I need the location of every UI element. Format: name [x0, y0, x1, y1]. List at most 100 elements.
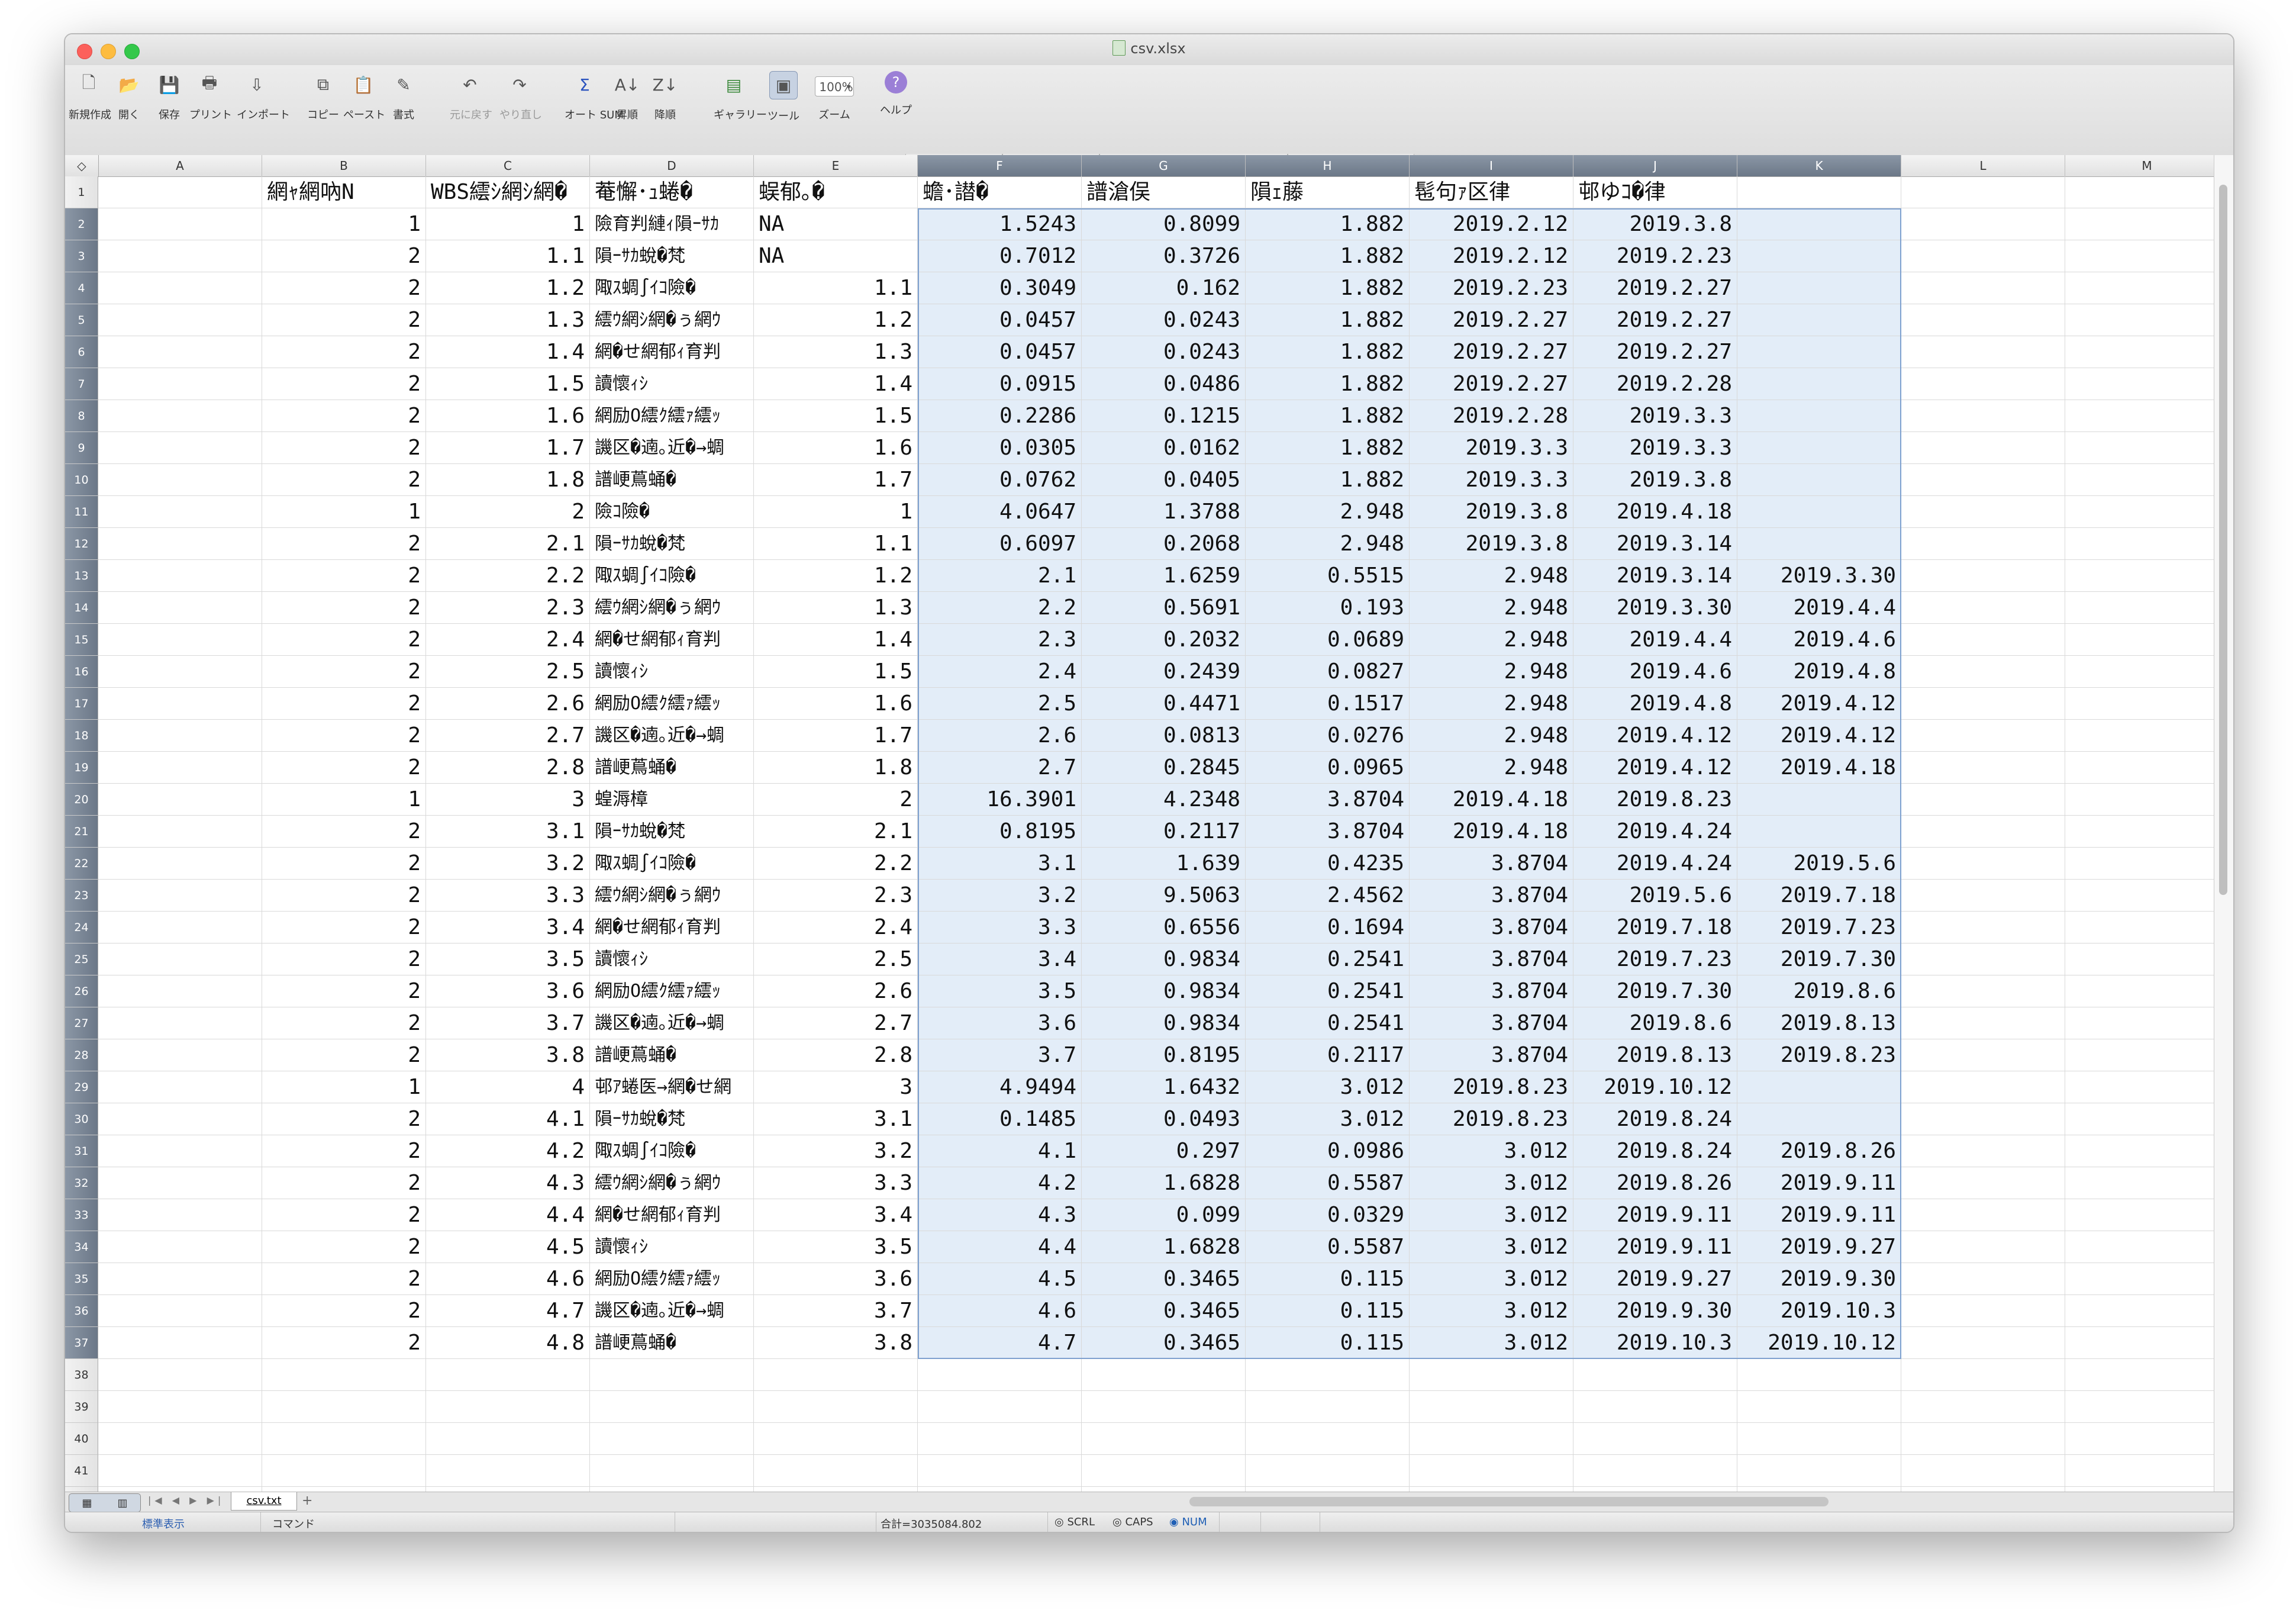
- cell-i30[interactable]: 2019.8.23: [1410, 1103, 1573, 1135]
- cell-f26[interactable]: 3.5: [918, 975, 1082, 1007]
- cell-j9[interactable]: 2019.3.3: [1573, 432, 1737, 464]
- cell-l11[interactable]: [1901, 496, 2065, 528]
- cell-m24[interactable]: [2065, 912, 2214, 943]
- cell-h5[interactable]: 1.882: [1246, 304, 1410, 336]
- cell-j34[interactable]: 2019.9.11: [1573, 1231, 1737, 1263]
- cell-d14[interactable]: 繧ｳ網ｼ網�ぅ網ｳ: [590, 592, 754, 624]
- cell-m22[interactable]: [2065, 848, 2214, 880]
- cell-e1[interactable]: 蜈郁｡�: [754, 176, 918, 208]
- cell-i23[interactable]: 3.8704: [1410, 880, 1573, 912]
- cell-c17[interactable]: 2.6: [426, 688, 590, 720]
- cell-m2[interactable]: [2065, 208, 2214, 240]
- cell-a23[interactable]: [98, 880, 262, 912]
- cell-g16[interactable]: 0.2439: [1082, 656, 1246, 688]
- cell-d22[interactable]: 陬ｽ蜩∫ｲｺ險�: [590, 848, 754, 880]
- cell-i18[interactable]: 2.948: [1410, 720, 1573, 752]
- cell-k10[interactable]: [1737, 464, 1901, 496]
- cell-a4[interactable]: [98, 272, 262, 304]
- column-header-f[interactable]: F: [918, 155, 1082, 176]
- cell-m3[interactable]: [2065, 240, 2214, 272]
- cell-i28[interactable]: 3.8704: [1410, 1039, 1573, 1071]
- row-header[interactable]: 13: [65, 560, 98, 592]
- cell-b13[interactable]: 2: [262, 560, 426, 592]
- cell-j4[interactable]: 2019.2.27: [1573, 272, 1737, 304]
- cell-c25[interactable]: 3.5: [426, 943, 590, 975]
- cell-f8[interactable]: 0.2286: [918, 400, 1082, 432]
- cell-l37[interactable]: [1901, 1327, 2065, 1359]
- toolbar-sigma-button[interactable]: Σ オート SUM: [565, 71, 624, 122]
- cell-l41[interactable]: [1901, 1455, 2065, 1487]
- cell-b14[interactable]: 2: [262, 592, 426, 624]
- cell-a1[interactable]: [98, 176, 262, 208]
- cell-f11[interactable]: 4.0647: [918, 496, 1082, 528]
- row-header[interactable]: 25: [65, 943, 98, 975]
- row-header[interactable]: 17: [65, 688, 98, 720]
- row-header[interactable]: 24: [65, 912, 98, 943]
- cell-e16[interactable]: 1.5: [754, 656, 918, 688]
- cell-b12[interactable]: 2: [262, 528, 426, 560]
- cell-i20[interactable]: 2019.4.18: [1410, 784, 1573, 816]
- cell-c37[interactable]: 4.8: [426, 1327, 590, 1359]
- cell-d25[interactable]: 讀懷ｨｼ: [590, 943, 754, 975]
- cell-d24[interactable]: 網�せ網郁ｨ育判: [590, 912, 754, 943]
- column-header-l[interactable]: L: [1901, 155, 2065, 176]
- cell-f14[interactable]: 2.2: [918, 592, 1082, 624]
- cell-j10[interactable]: 2019.3.8: [1573, 464, 1737, 496]
- cell-k31[interactable]: 2019.8.26: [1737, 1135, 1901, 1167]
- cell-b28[interactable]: 2: [262, 1039, 426, 1071]
- cell-h25[interactable]: 0.2541: [1246, 943, 1410, 975]
- cell-g18[interactable]: 0.0813: [1082, 720, 1246, 752]
- row-header[interactable]: 14: [65, 592, 98, 624]
- cell-e5[interactable]: 1.2: [754, 304, 918, 336]
- cell-i10[interactable]: 2019.3.3: [1410, 464, 1573, 496]
- cell-e28[interactable]: 2.8: [754, 1039, 918, 1071]
- cell-a10[interactable]: [98, 464, 262, 496]
- cell-e7[interactable]: 1.4: [754, 368, 918, 400]
- cell-h19[interactable]: 0.0965: [1246, 752, 1410, 784]
- cell-j25[interactable]: 2019.7.23: [1573, 943, 1737, 975]
- cell-d6[interactable]: 網�せ網郁ｨ育判: [590, 336, 754, 368]
- cell-c21[interactable]: 3.1: [426, 816, 590, 848]
- column-header-g[interactable]: G: [1082, 155, 1246, 176]
- cell-i29[interactable]: 2019.8.23: [1410, 1071, 1573, 1103]
- row-header[interactable]: 32: [65, 1167, 98, 1199]
- cell-k14[interactable]: 2019.4.4: [1737, 592, 1901, 624]
- cell-a29[interactable]: [98, 1071, 262, 1103]
- cell-f32[interactable]: 4.2: [918, 1167, 1082, 1199]
- cell-e12[interactable]: 1.1: [754, 528, 918, 560]
- cell-c20[interactable]: 3: [426, 784, 590, 816]
- cell-d2[interactable]: 險育判縺ｨ隕ｰｻｶ: [590, 208, 754, 240]
- cell-e27[interactable]: 2.7: [754, 1007, 918, 1039]
- cell-l33[interactable]: [1901, 1199, 2065, 1231]
- cell-e2[interactable]: NA: [754, 208, 918, 240]
- cell-d4[interactable]: 陬ｽ蜩∫ｲｺ險�: [590, 272, 754, 304]
- cell-g8[interactable]: 0.1215: [1082, 400, 1246, 432]
- cell-h7[interactable]: 1.882: [1246, 368, 1410, 400]
- row-header[interactable]: 37: [65, 1327, 98, 1359]
- cell-e20[interactable]: 2: [754, 784, 918, 816]
- row-header[interactable]: 33: [65, 1199, 98, 1231]
- cell-b18[interactable]: 2: [262, 720, 426, 752]
- cell-g14[interactable]: 0.5691: [1082, 592, 1246, 624]
- cell-g6[interactable]: 0.0243: [1082, 336, 1246, 368]
- cell-j2[interactable]: 2019.3.8: [1573, 208, 1737, 240]
- cell-c35[interactable]: 4.6: [426, 1263, 590, 1295]
- cell-i13[interactable]: 2.948: [1410, 560, 1573, 592]
- cell-m20[interactable]: [2065, 784, 2214, 816]
- cell-i34[interactable]: 3.012: [1410, 1231, 1573, 1263]
- cell-f40[interactable]: [918, 1423, 1082, 1455]
- cell-i16[interactable]: 2.948: [1410, 656, 1573, 688]
- cell-b23[interactable]: 2: [262, 880, 426, 912]
- cell-a3[interactable]: [98, 240, 262, 272]
- cell-m11[interactable]: [2065, 496, 2214, 528]
- cell-b39[interactable]: [262, 1391, 426, 1423]
- cell-l4[interactable]: [1901, 272, 2065, 304]
- cell-l1[interactable]: [1901, 176, 2065, 208]
- cell-j39[interactable]: [1573, 1391, 1737, 1423]
- cell-f36[interactable]: 4.6: [918, 1295, 1082, 1327]
- cell-c9[interactable]: 1.7: [426, 432, 590, 464]
- cell-f18[interactable]: 2.6: [918, 720, 1082, 752]
- cell-b24[interactable]: 2: [262, 912, 426, 943]
- cell-c16[interactable]: 2.5: [426, 656, 590, 688]
- cell-g3[interactable]: 0.3726: [1082, 240, 1246, 272]
